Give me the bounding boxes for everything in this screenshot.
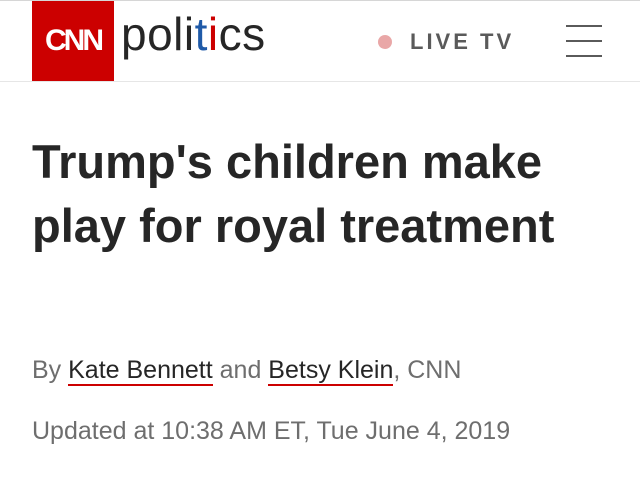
hamburger-menu-icon[interactable] [566,25,602,57]
article-headline: Trump's children make play for royal tre… [32,135,555,252]
section-title-politics[interactable]: politics [121,11,266,57]
section-title-part: cs [218,8,266,60]
article-timestamp: Updated at 10:38 AM ET, Tue June 4, 2019 [32,417,511,445]
menu-line [566,40,602,42]
live-indicator-icon [378,35,392,49]
author-link-betsy-klein[interactable]: Betsy Klein [268,356,394,386]
byline-suffix: , CNN [393,356,462,384]
article-byline: By Kate Bennett and Betsy Klein, CNN [32,356,462,386]
live-tv-label: LIVE TV [410,29,515,54]
section-title-part: t [194,8,208,60]
cnn-logo[interactable]: CNN [32,1,114,81]
menu-line [566,25,602,27]
menu-line [566,55,602,57]
author-link-kate-bennett[interactable]: Kate Bennett [68,356,213,386]
byline-prefix: By [32,356,69,384]
site-header: CNN politics LIVE TV [0,0,640,82]
live-tv-link[interactable]: LIVE TV [378,27,514,57]
section-title-part: poli [121,8,195,60]
section-title-part: i [207,8,219,60]
byline-conjunction: and [212,356,269,384]
cnn-logo-text: CNN [45,24,104,57]
